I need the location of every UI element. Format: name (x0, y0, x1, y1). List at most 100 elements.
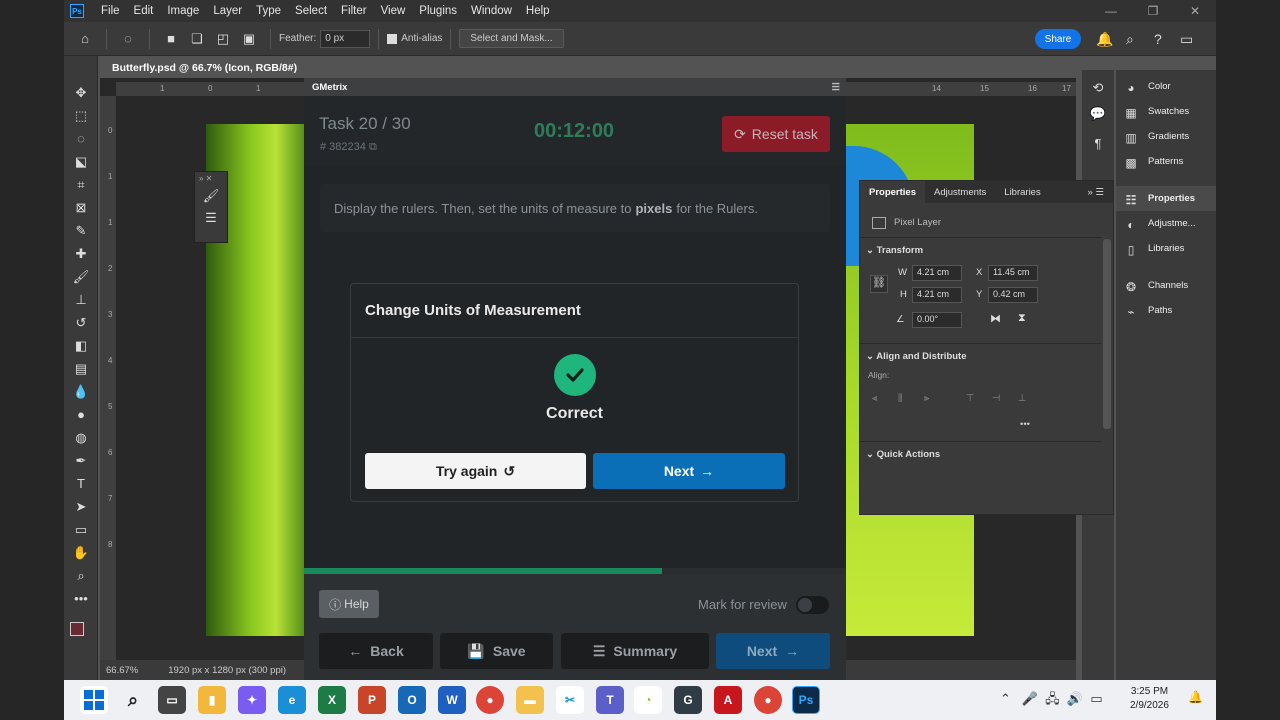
notification-icon[interactable]: 🔔 (1188, 690, 1203, 704)
start-icon[interactable] (80, 686, 108, 714)
chevron-up-icon[interactable]: ⌃ (1000, 691, 1011, 706)
restore-icon[interactable]: ❐ (1132, 4, 1174, 18)
align-left-icon[interactable]: ⫷ (872, 393, 877, 404)
move-tool-icon[interactable]: ✥ (64, 81, 98, 104)
brush-presets-icon[interactable]: ☰ (195, 207, 227, 229)
word-icon[interactable]: W (438, 686, 466, 714)
document-info[interactable]: 1920 px x 1280 px (300 ppi) (168, 665, 286, 676)
sponge-tool-icon[interactable]: ◍ (64, 426, 98, 449)
back-button[interactable]: ← Back (319, 633, 433, 669)
photoshop-taskbar-icon[interactable]: Ps (792, 686, 820, 714)
history-icon[interactable]: ⟲ (1082, 70, 1114, 96)
file-explorer-icon[interactable]: ▮ (198, 686, 226, 714)
folder-icon[interactable]: ▬ (516, 686, 544, 714)
menu-window[interactable]: Window (464, 5, 519, 17)
crop-tool-icon[interactable]: ⌗ (64, 173, 98, 196)
search-icon[interactable]: ⌕ (1126, 31, 1134, 48)
network-icon[interactable]: 🖧 (1045, 691, 1060, 706)
angle-field[interactable]: 0.00° (912, 312, 962, 328)
tab-libraries[interactable]: Libraries (995, 187, 1049, 198)
new-selection-icon[interactable]: ■ (162, 30, 180, 48)
taskbar-clock[interactable]: 3:25 PM 2/9/2026 (1130, 685, 1169, 713)
object-select-tool-icon[interactable]: ⬕ (64, 150, 98, 173)
comments-icon[interactable]: 💬 (1082, 96, 1114, 122)
document-tab[interactable]: Butterfly.psd @ 66.7% (Icon, RGB/8#) (100, 58, 300, 78)
align-title[interactable]: ⌄ Align and Distribute (866, 351, 967, 362)
gradient-tool-icon[interactable]: ▤ (64, 357, 98, 380)
foreground-color-swatch[interactable] (70, 622, 84, 636)
minimize-icon[interactable]: — (1090, 4, 1132, 18)
panel-paths[interactable]: ⌁ Paths (1116, 298, 1216, 323)
notification-bell-icon[interactable]: 🔔 (1096, 31, 1113, 48)
battery-icon[interactable]: ▭ (1090, 691, 1102, 706)
powerpoint-icon[interactable]: P (358, 686, 386, 714)
copy-icon[interactable]: ⧉ (369, 141, 377, 153)
menu-edit[interactable]: Edit (127, 5, 161, 17)
brush-tool-icon[interactable]: 🖌 (64, 265, 98, 288)
eyedropper-tool-icon[interactable]: ✎ (64, 219, 98, 242)
x-field[interactable]: 11.45 cm (988, 265, 1038, 281)
more-tools-icon[interactable]: ••• (64, 587, 98, 610)
outlook-icon[interactable]: O (398, 686, 426, 714)
snipping-tool-icon[interactable]: ✂ (556, 686, 584, 714)
blur-tool-icon[interactable]: 💧 (64, 380, 98, 403)
brush-settings-icon[interactable]: 🖌 (195, 185, 227, 207)
excel-icon[interactable]: X (318, 686, 346, 714)
panel-scrollbar[interactable] (1103, 239, 1111, 429)
lasso-tool-icon[interactable]: ◌ (119, 30, 137, 48)
panel-gradients[interactable]: ▥ Gradients (1116, 124, 1216, 149)
marquee-tool-icon[interactable]: ⬚ (64, 104, 98, 127)
transform-title[interactable]: ⌄ Transform (866, 245, 923, 256)
panel-color[interactable]: ◕ Color (1116, 74, 1216, 99)
menu-layer[interactable]: Layer (206, 5, 249, 17)
panel-adjustments[interactable]: ◐ Adjustme... (1116, 211, 1216, 236)
volume-icon[interactable]: 🔊 (1067, 691, 1083, 706)
zoom-level[interactable]: 66.67% (106, 665, 138, 676)
home-icon[interactable]: ⌂ (76, 30, 94, 48)
flip-horizontal-icon[interactable]: ⧓ (990, 312, 1001, 325)
menu-icon[interactable]: ☰ (831, 82, 840, 93)
task-view-icon[interactable]: ▭ (158, 686, 186, 714)
feather-input[interactable]: 0 px (320, 29, 371, 48)
help-icon[interactable]: ? (1154, 31, 1162, 47)
align-center-icon[interactable]: ⫼ (898, 393, 902, 404)
panel-channels[interactable]: ❂ Channels (1116, 273, 1216, 298)
save-button[interactable]: 💾 Save (440, 633, 553, 669)
panel-patterns[interactable]: ▩ Patterns (1116, 149, 1216, 174)
microphone-icon[interactable]: 🎤 (1022, 691, 1038, 706)
rectangle-tool-icon[interactable]: ▭ (64, 518, 98, 541)
menu-type[interactable]: Type (249, 5, 288, 17)
try-again-button[interactable]: Try again ↺ (365, 453, 586, 489)
teams-icon[interactable]: T (596, 686, 624, 714)
panel-swatches[interactable]: ▦ Swatches (1116, 99, 1216, 124)
menu-help[interactable]: Help (519, 5, 557, 17)
lasso-tool-icon[interactable]: ◌ (64, 127, 98, 150)
antialias-checkbox[interactable] (387, 33, 398, 44)
workspace-icon[interactable]: ▭ (1180, 31, 1193, 48)
more-options-icon[interactable]: ••• (1020, 419, 1030, 430)
clone-stamp-tool-icon[interactable]: ⊥ (64, 288, 98, 311)
summary-button[interactable]: ☰ Summary (561, 633, 709, 669)
quick-actions-title[interactable]: ⌄ Quick Actions (866, 449, 940, 460)
type-tool-icon[interactable]: T (64, 472, 98, 495)
menu-view[interactable]: View (374, 5, 413, 17)
align-right-icon[interactable]: ⫸ (924, 393, 929, 404)
close-icon[interactable]: ✕ (1174, 4, 1216, 18)
copilot-icon[interactable]: ✦ (238, 686, 266, 714)
refresh-app-icon[interactable]: ◔ (634, 686, 662, 714)
height-field[interactable]: 4.21 cm (912, 287, 962, 303)
panel-properties[interactable]: ☷ Properties (1116, 186, 1216, 211)
paragraph-icon[interactable]: ¶ (1082, 122, 1114, 151)
menu-file[interactable]: File (94, 5, 127, 17)
select-and-mask-button[interactable]: Select and Mask... (459, 29, 564, 48)
zoom-tool-icon[interactable]: ⌕ (64, 564, 98, 587)
tab-properties[interactable]: Properties (860, 181, 925, 203)
add-selection-icon[interactable]: ❏ (188, 30, 206, 48)
mark-review-toggle[interactable] (796, 596, 829, 614)
next-button[interactable]: Next → (716, 633, 830, 669)
panel-libraries[interactable]: ▯ Libraries (1116, 236, 1216, 261)
eraser-tool-icon[interactable]: ◧ (64, 334, 98, 357)
search-icon[interactable]: ⌕ (119, 686, 147, 714)
history-brush-tool-icon[interactable]: ↺ (64, 311, 98, 334)
card-next-button[interactable]: Next → (593, 453, 785, 489)
